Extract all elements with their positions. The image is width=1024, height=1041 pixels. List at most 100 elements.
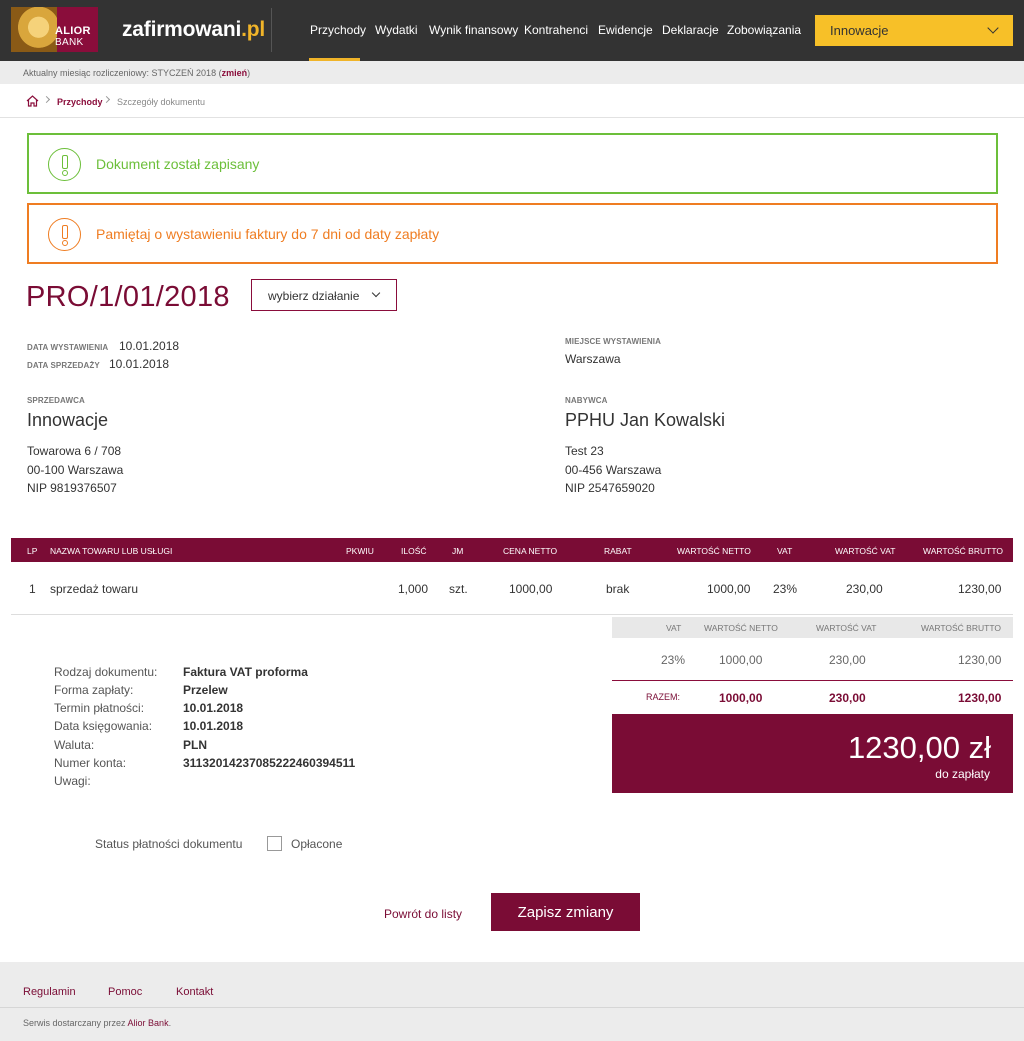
detail-key-booking-date: Data księgowania: [54,719,153,733]
table-row: 1 sprzedaż towaru 1,000 szt. 1000,00 bra… [11,562,1013,615]
issue-date-label: DATA WYSTAWIENIA [27,343,109,352]
cell-value-vat: 230,00 [846,582,883,596]
summary-col-vat: VAT [666,623,682,633]
chevron-down-icon [371,288,381,298]
site-brand[interactable]: zafirmowani.pl [122,18,265,42]
breadcrumb-current: Szczegóły dokumentu [117,97,206,107]
nav-zobowiazania[interactable]: Zobowiązania [727,23,801,37]
seller-label: SPRZEDAWCA [27,396,85,405]
place-label: MIEJSCE WYSTAWIENIA [565,337,661,346]
summary-col-net: WARTOŚĆ NETTO [704,623,778,633]
company-select[interactable]: Innowacje [815,15,1013,46]
detail-value-currency: PLN [183,738,207,752]
nav-przychody[interactable]: Przychody [310,23,366,37]
seller-name: Innowacje [27,410,109,430]
summary-net: 1000,00 [719,653,763,667]
items-table-header: LP NAZWA TOWARU LUB USŁUGI PKWIU ILOŚĆ J… [11,538,1013,562]
buyer-label: NABYWCA [565,396,608,405]
warning-alert: Pamiętaj o wystawieniu faktury do 7 dni … [27,203,998,264]
billing-month-suffix: ) [247,68,251,78]
buyer-name: PPHU Jan Kowalski [565,410,726,430]
nav-ewidencje[interactable]: Ewidencje [598,23,653,37]
footer-link-pomoc[interactable]: Pomoc [108,986,142,998]
brand-tld: .pl [241,18,266,41]
detail-value-booking-date: 10.01.2018 [183,719,244,733]
chevron-down-icon [987,22,999,34]
footer-alior-link[interactable]: Alior Bank [128,1018,169,1028]
action-select[interactable]: wybierz działanie [251,279,397,311]
footer-copyright: Serwis dostarczany przez Alior Bank. [23,1018,171,1028]
breadcrumb-przychody[interactable]: Przychody [57,97,103,107]
footer-copy-suffix: . [168,1018,172,1028]
col-discount: RABAT [604,546,632,556]
seller-address: Towarowa 6 / 708 00-100 Warszawa NIP 981… [27,442,123,498]
summary-total-vat: 230,00 [829,691,866,705]
col-value-net: WARTOŚĆ NETTO [677,546,751,556]
col-value-vat: WARTOŚĆ VAT [835,546,896,556]
detail-key-currency: Waluta: [54,738,95,752]
paid-checkbox-label[interactable]: Opłacone [291,837,342,851]
success-message: Dokument został zapisany [96,156,260,172]
header-divider [271,8,272,52]
change-month-link[interactable]: zmień [222,68,248,78]
billing-month-text: Aktualny miesiąc rozliczeniowy: STYCZEŃ … [23,68,222,78]
cell-value-gross: 1230,00 [958,582,1002,596]
summary-total-row: RAZEM: 1000,00 230,00 1230,00 [612,681,1013,714]
amount-to-pay-label: do zapłaty [935,767,990,781]
paid-checkbox[interactable] [267,836,282,851]
col-vat: VAT [777,546,793,556]
company-select-value: Innowacje [830,23,889,38]
detail-key-payment-form: Forma zapłaty: [54,683,134,697]
nav-wynik-finansowy[interactable]: Wynik finansowy [429,23,518,37]
action-select-label: wybierz działanie [268,289,360,303]
amount-to-pay: 1230,00 zł [847,730,991,765]
cell-lp: 1 [29,582,36,596]
col-qty: ILOŚĆ [401,546,427,556]
home-icon[interactable] [26,95,39,107]
footer-link-kontakt[interactable]: Kontakt [176,986,213,998]
exclamation-icon [48,218,81,251]
sale-date-label: DATA SPRZEDAŻY [27,361,100,370]
col-pkwiu: PKWIU [346,546,374,556]
cell-value-net: 1000,00 [707,582,751,596]
summary-header: VAT WARTOŚĆ NETTO WARTOŚĆ VAT WARTOŚĆ BR… [612,617,1013,638]
cell-discount: brak [606,582,630,596]
buyer-nip: NIP 2547659020 [565,481,655,495]
amount-to-pay-box: 1230,00 zł do zapłaty [612,714,1013,793]
cell-vat: 23% [773,582,798,596]
nav-wydatki[interactable]: Wydatki [375,23,418,37]
billing-month-bar: Aktualny miesiąc rozliczeniowy: STYCZEŃ … [0,61,1024,84]
save-changes-button[interactable]: Zapisz zmiany [491,893,640,931]
buyer-address: Test 23 00-456 Warszawa NIP 2547659020 [565,442,661,498]
col-value-gross: WARTOŚĆ BRUTTO [923,546,1003,556]
summary-col-vat-value: WARTOŚĆ VAT [816,623,877,633]
detail-key-notes: Uwagi: [54,774,91,788]
footer-copy-prefix: Serwis dostarczany przez [23,1018,128,1028]
cell-qty: 1,000 [398,582,429,596]
issue-date-value: 10.01.2018 [119,339,180,353]
back-to-list-link[interactable]: Powrót do listy [384,907,462,921]
alior-bank-logo[interactable]: ALIOR BANK [11,7,98,52]
footer-link-regulamin[interactable]: Regulamin [23,986,76,998]
nav-kontrahenci[interactable]: Kontrahenci [524,23,588,37]
detail-value-doc-type: Faktura VAT proforma [183,665,308,679]
detail-value-account: 31132014237085222460394511 [183,756,356,770]
warning-message: Pamiętaj o wystawieniu faktury do 7 dni … [96,226,440,242]
place-value: Warszawa [565,352,621,366]
footer: Regulamin Pomoc Kontakt Serwis dostarcza… [0,962,1024,1041]
summary-total-net: 1000,00 [719,691,763,705]
lion-face-icon [11,7,57,52]
cell-name: sprzedaż towaru [50,582,139,596]
summary-vat: 23% [661,653,686,667]
nav-deklaracje[interactable]: Deklaracje [662,23,719,37]
document-number: PRO/1/01/2018 [26,281,230,313]
logo-line1: ALIOR [55,25,91,37]
summary-vat-value: 230,00 [829,653,866,667]
col-price-net: CENA NETTO [503,546,558,556]
detail-value-due-date: 10.01.2018 [183,701,244,715]
col-lp: LP [27,546,38,556]
summary-total-label: RAZEM: [646,692,681,702]
footer-divider [0,1007,1024,1008]
logo-line2: BANK [55,37,84,48]
success-alert: Dokument został zapisany [27,133,998,194]
